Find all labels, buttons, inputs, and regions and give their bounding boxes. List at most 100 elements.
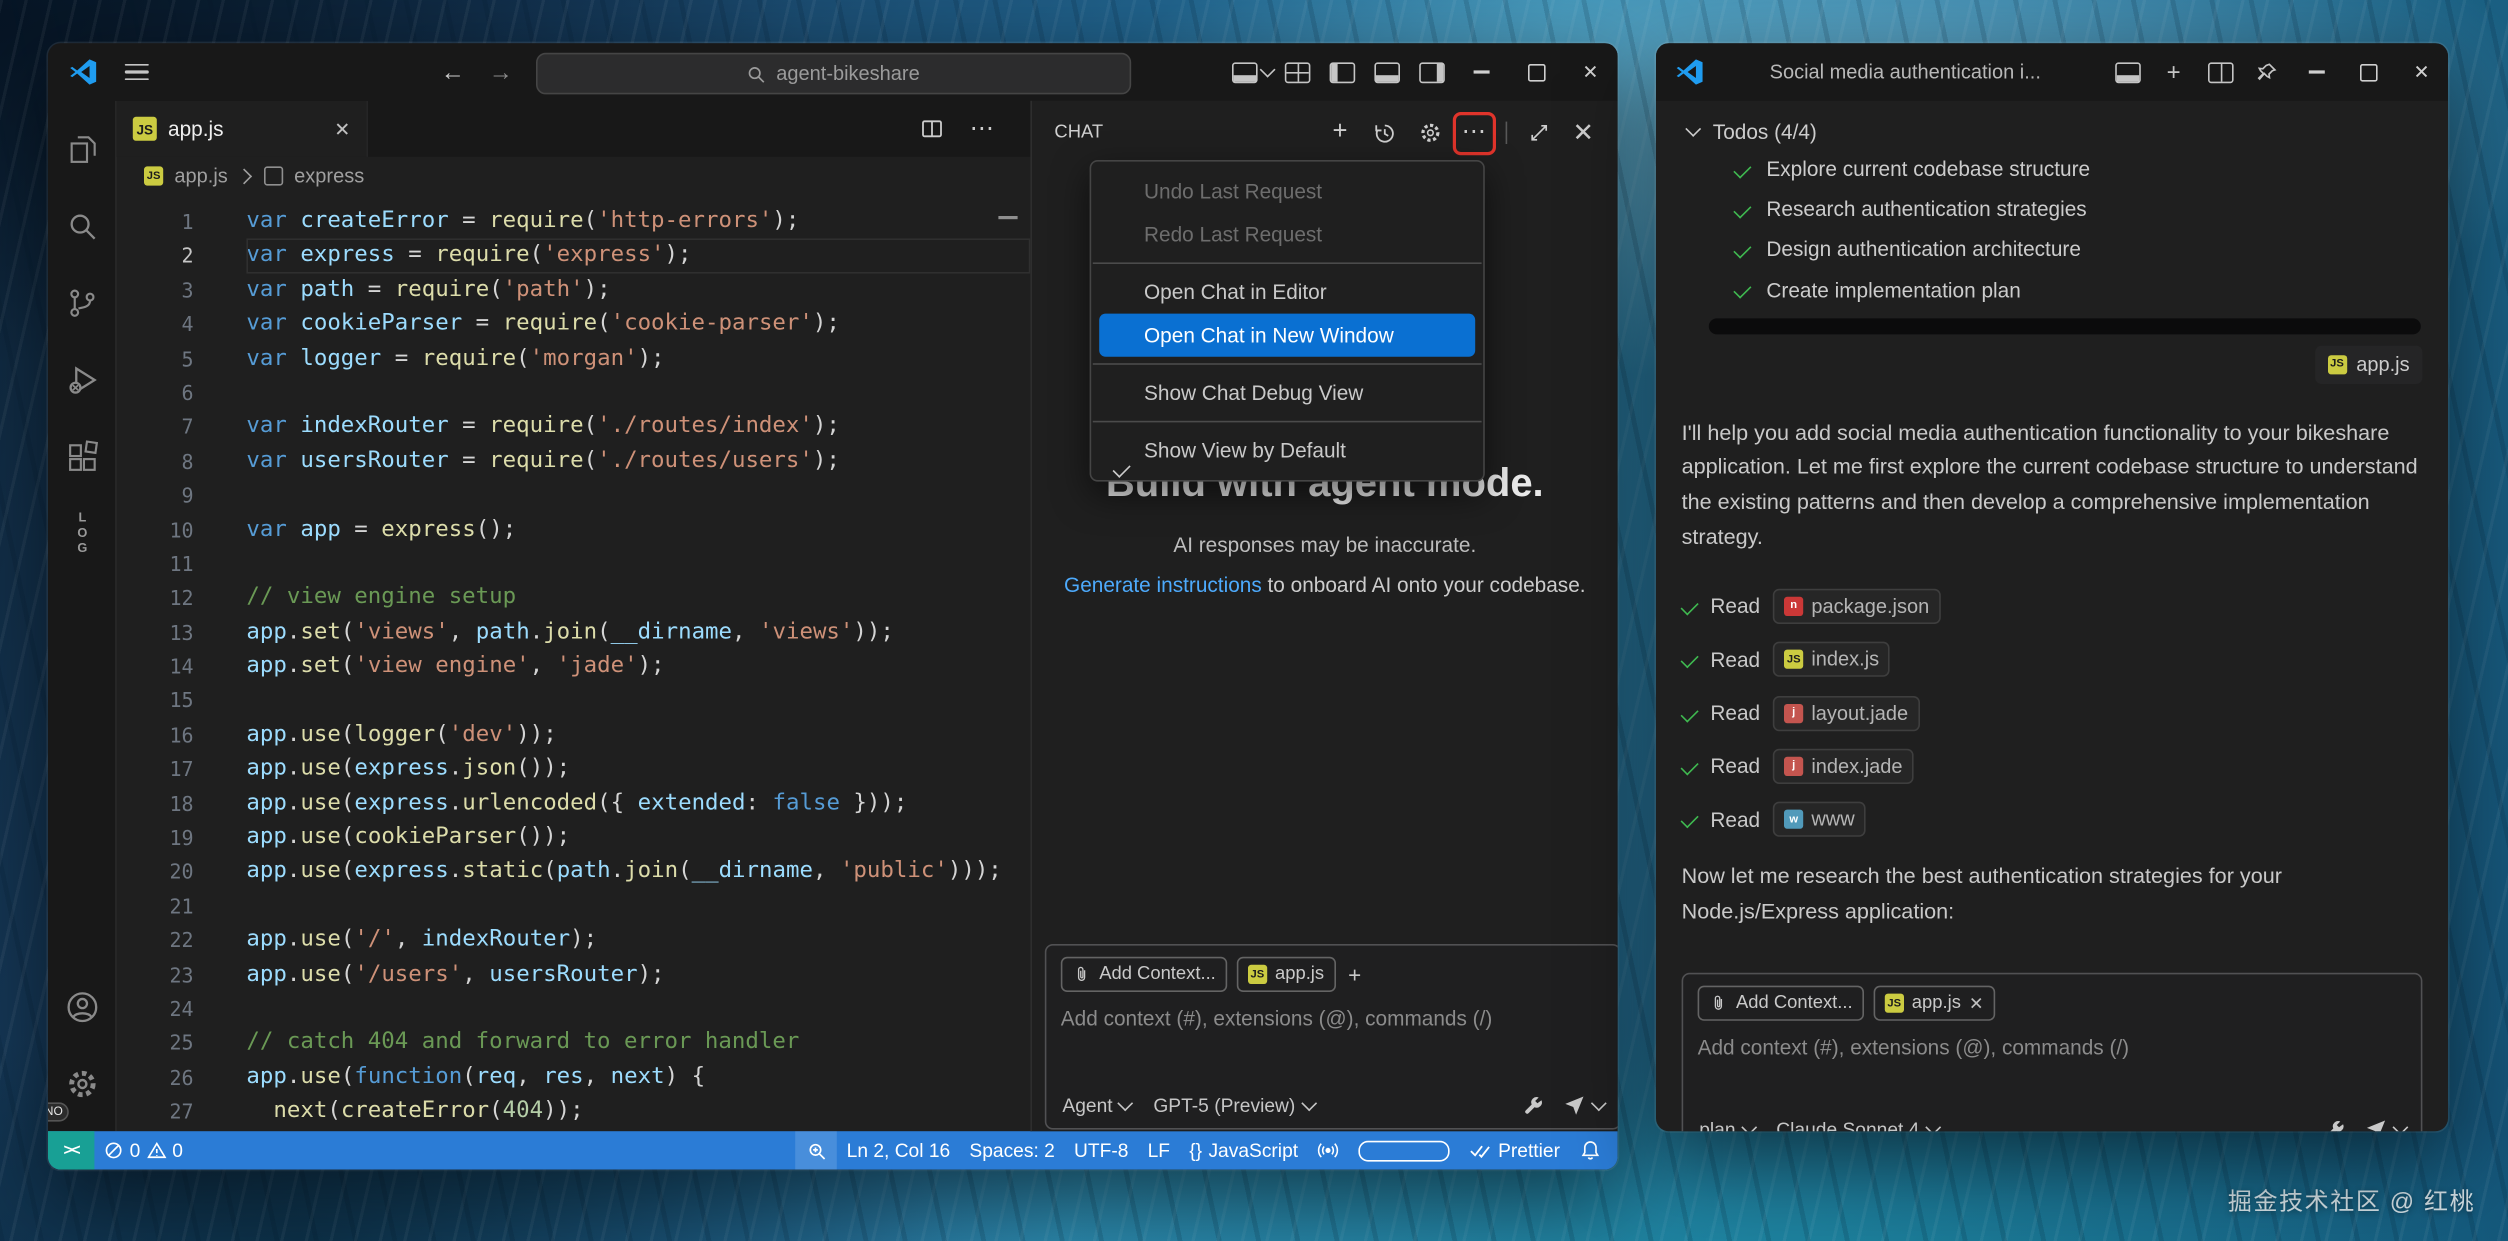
toggle-panel-icon[interactable] xyxy=(1365,50,1410,95)
send-icon xyxy=(1562,1094,1584,1116)
chat-close-icon[interactable]: ✕ xyxy=(1565,114,1602,151)
chat-input-box[interactable]: Add Context... JS app.js ✕ Add context (… xyxy=(1682,973,2423,1131)
agent-mode-dropdown[interactable]: Agent xyxy=(1062,1094,1131,1116)
chat-header: CHAT + ⋯ ✕ xyxy=(1032,101,1618,165)
right-titlebar: Social media authentication i... + ✕ xyxy=(1656,43,2448,101)
search-sidebar-icon[interactable] xyxy=(48,187,115,264)
indentation-status[interactable]: Spaces: 2 xyxy=(960,1131,1065,1169)
breadcrumb-symbol[interactable]: express xyxy=(294,165,364,187)
customize-layout-button[interactable] xyxy=(1230,50,1275,95)
eol-status[interactable]: LF xyxy=(1138,1131,1180,1169)
language-status-pill[interactable] xyxy=(1349,1131,1459,1169)
zoom-status-icon[interactable] xyxy=(795,1131,837,1169)
tab-label: app.js xyxy=(168,117,224,141)
chat-maximize-icon[interactable] xyxy=(1520,114,1557,151)
jade-file-icon: j xyxy=(1784,703,1803,722)
remote-indicator[interactable]: >< xyxy=(48,1131,94,1169)
chat-history-icon[interactable] xyxy=(1366,114,1403,151)
source-control-icon[interactable] xyxy=(48,264,115,341)
menu-item[interactable]: Show View by Default xyxy=(1099,429,1475,472)
menu-item[interactable]: Open Chat in Editor xyxy=(1099,270,1475,313)
send-button[interactable] xyxy=(2364,1118,2405,1131)
chat-more-actions-icon[interactable]: ⋯ xyxy=(1456,114,1493,151)
file-pill[interactable]: npackage.json xyxy=(1773,589,1940,624)
model-dropdown[interactable]: Claude Sonnet 4 xyxy=(1776,1118,1937,1131)
chat-input-box[interactable]: Add Context... JS app.js + Add context (… xyxy=(1045,944,1618,1130)
breadcrumb-file[interactable]: app.js xyxy=(174,165,227,187)
language-status[interactable]: {}JavaScript xyxy=(1180,1131,1308,1169)
check-icon xyxy=(1733,200,1751,218)
file-pill[interactable]: jindex.jade xyxy=(1773,749,1914,784)
menu-hamburger-icon[interactable] xyxy=(125,63,149,81)
panel-layout-icon[interactable] xyxy=(2104,50,2150,95)
file-pill[interactable]: JSindex.js xyxy=(1773,642,1890,677)
context-file-chip[interactable]: JS app.js xyxy=(1237,957,1336,992)
code-line: var logger = require('morgan'); xyxy=(246,342,1030,376)
referenced-file-chip[interactable]: JS app.js xyxy=(2315,345,2423,383)
back-button[interactable]: ← xyxy=(432,43,474,101)
tools-wrench-icon[interactable] xyxy=(2322,1118,2344,1131)
js-file-icon: JS xyxy=(1885,994,1904,1013)
log-extension-icon[interactable]: LOG xyxy=(48,494,115,571)
command-center-search[interactable]: agent-bikeshare xyxy=(535,53,1130,95)
context-file-chip[interactable]: JS app.js ✕ xyxy=(1873,986,1994,1021)
close-button[interactable]: ✕ xyxy=(2395,43,2448,101)
editor-layout-icon[interactable] xyxy=(1275,50,1320,95)
line-numbers[interactable]: 1234567891011121314151617181920212223242… xyxy=(117,205,210,1131)
generate-instructions-link[interactable]: Generate instructions xyxy=(1064,573,1262,597)
pin-icon[interactable] xyxy=(2243,50,2289,95)
new-chat-icon[interactable]: + xyxy=(1322,114,1359,151)
js-file-icon: JS xyxy=(144,166,163,185)
add-context-chip[interactable]: Add Context... xyxy=(1698,986,1864,1021)
chat-overflow-menu: Undo Last RequestRedo Last RequestOpen C… xyxy=(1090,160,1485,482)
desktop: 掘金技术社区 @ 红桃 ← → agent-bikeshare xyxy=(0,0,2508,1241)
notifications-bell-icon[interactable] xyxy=(1570,1131,1618,1169)
tab-close-icon[interactable]: ✕ xyxy=(334,118,350,140)
menu-item[interactable]: Show Chat Debug View xyxy=(1099,371,1475,414)
maximize-button[interactable] xyxy=(2342,43,2395,101)
tab-appjs[interactable]: JS app.js ✕ xyxy=(117,101,368,157)
run-debug-icon[interactable] xyxy=(48,341,115,418)
read-item: Readwwww xyxy=(1682,793,2423,846)
add-context-chip[interactable]: Add Context... xyxy=(1061,957,1227,992)
code-editor[interactable]: 1234567891011121314151617181920212223242… xyxy=(117,195,1031,1131)
file-pill[interactable]: wwww xyxy=(1773,802,1866,837)
toggle-secondary-sidebar-icon[interactable] xyxy=(1410,50,1455,95)
plan-mode-dropdown[interactable]: plan xyxy=(1699,1118,1754,1131)
file-pill[interactable]: jlayout.jade xyxy=(1773,695,1919,730)
model-dropdown[interactable]: GPT-5 (Preview) xyxy=(1153,1094,1313,1116)
split-chat-icon[interactable] xyxy=(2197,50,2243,95)
close-button[interactable]: ✕ xyxy=(1563,43,1617,101)
todos-header[interactable]: Todos (4/4) xyxy=(1682,114,2423,149)
menu-item[interactable]: Open Chat in New Window xyxy=(1099,314,1475,357)
extensions-icon[interactable] xyxy=(48,418,115,495)
minimize-button[interactable] xyxy=(2290,43,2343,101)
remove-context-icon[interactable]: ✕ xyxy=(1969,993,1984,1014)
minimize-button[interactable] xyxy=(1454,43,1508,101)
code-lines[interactable]: var createError = require('http-errors')… xyxy=(210,205,1031,1131)
ports-icon[interactable] xyxy=(1308,1131,1350,1169)
problems-status[interactable]: 0 0 xyxy=(94,1131,192,1169)
new-chat-icon[interactable]: + xyxy=(2150,50,2196,95)
toggle-sidebar-icon[interactable] xyxy=(1320,50,1365,95)
maximize-button[interactable] xyxy=(1509,43,1563,101)
encoding-status[interactable]: UTF-8 xyxy=(1064,1131,1138,1169)
explorer-icon[interactable] xyxy=(48,110,115,187)
forward-button[interactable]: → xyxy=(480,43,522,101)
editor-more-actions-icon[interactable]: ⋯ xyxy=(970,121,996,137)
tab-bar: JS app.js ✕ ⋯ xyxy=(117,101,1031,157)
check-icon xyxy=(1681,650,1699,668)
cursor-position-status[interactable]: Ln 2, Col 16 xyxy=(837,1131,960,1169)
accounts-icon[interactable] xyxy=(48,968,115,1045)
add-attachment-plus-icon[interactable]: + xyxy=(1348,962,1361,988)
split-editor-icon[interactable] xyxy=(920,117,944,141)
chat-input-placeholder[interactable]: Add context (#), extensions (@), command… xyxy=(1061,1006,1605,1030)
tools-wrench-icon[interactable] xyxy=(1521,1094,1543,1116)
code-line: var usersRouter = require('./routes/user… xyxy=(246,444,1030,478)
send-button[interactable] xyxy=(1562,1094,1603,1116)
chat-settings-gear-icon[interactable] xyxy=(1411,114,1448,151)
settings-gear-icon[interactable]: NO xyxy=(48,1045,115,1122)
chat-input-placeholder[interactable]: Add context (#), extensions (@), command… xyxy=(1698,1035,2407,1059)
menu-item: Undo Last Request xyxy=(1099,170,1475,213)
prettier-status[interactable]: Prettier xyxy=(1460,1131,1570,1169)
